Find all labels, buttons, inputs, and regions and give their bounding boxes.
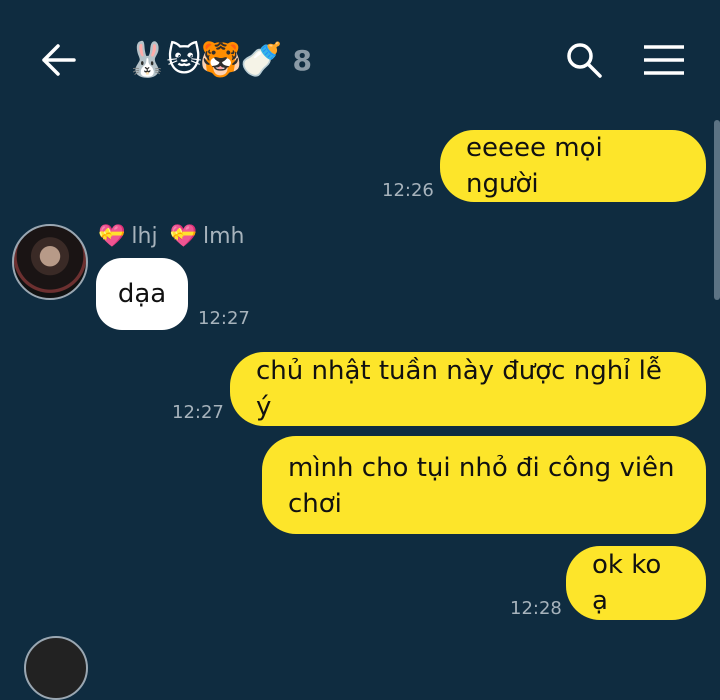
- sender-name: lhj: [131, 224, 158, 249]
- chat-header: 🐰🐱🐯🍼 8: [0, 0, 720, 120]
- sender-names: 💝 lhj 💝 lmh: [98, 224, 256, 249]
- message-time: 12:26: [382, 180, 434, 201]
- search-icon[interactable]: [564, 40, 604, 80]
- message-time: 12:27: [172, 402, 224, 423]
- menu-icon[interactable]: [642, 44, 686, 76]
- message-text: chủ nhật tuần này được nghỉ lễ ý: [256, 356, 662, 422]
- avatar[interactable]: [24, 636, 88, 700]
- heart-icon: 💝: [98, 224, 126, 249]
- my-message-bubble[interactable]: mình cho tụi nhỏ đi công viên chơi: [262, 436, 706, 534]
- message-time: 12:28: [510, 598, 562, 619]
- scrollbar[interactable]: [714, 120, 720, 300]
- heart-icon: 💝: [169, 224, 197, 249]
- back-arrow-icon[interactable]: [38, 42, 78, 78]
- message-text: mình cho tụi nhỏ đi công viên chơi: [288, 453, 675, 519]
- my-message-bubble[interactable]: eeeee mọi người: [440, 130, 706, 202]
- message-text: ok ko ạ: [592, 550, 662, 616]
- message-time: 12:27: [198, 308, 250, 329]
- sender-name: lmh: [202, 224, 245, 249]
- my-message-bubble[interactable]: ok ko ạ: [566, 546, 706, 620]
- my-message-bubble[interactable]: chủ nhật tuần này được nghỉ lễ ý: [230, 352, 706, 426]
- message-text: eeeee mọi người: [466, 133, 603, 199]
- chat-title-emoji: 🐰🐱🐯🍼: [126, 40, 282, 80]
- their-message-bubble[interactable]: dạa: [96, 258, 188, 330]
- message-text: dạa: [117, 279, 167, 309]
- chat-title[interactable]: 🐰🐱🐯🍼 8: [126, 36, 312, 84]
- avatar[interactable]: [12, 224, 88, 300]
- member-count: 8: [292, 43, 312, 77]
